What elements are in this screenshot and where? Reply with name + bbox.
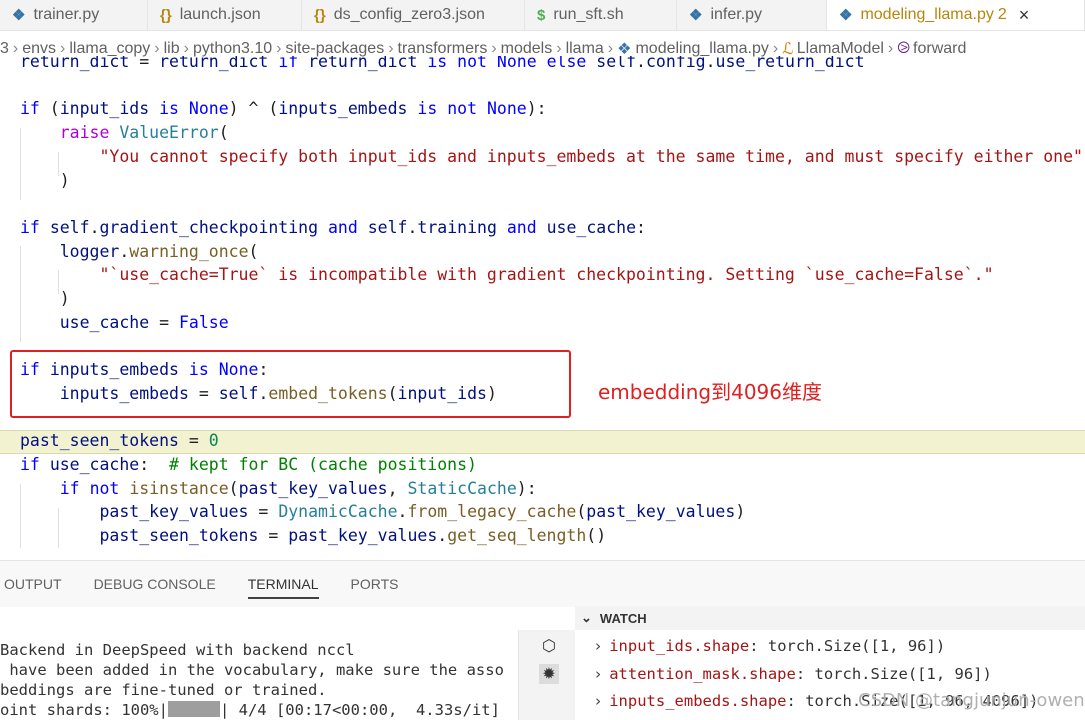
tab-ports[interactable]: PORTS	[351, 561, 399, 607]
annotation-text: embedding到4096维度	[598, 380, 823, 404]
code-line: raise ValueError(	[59, 123, 229, 143]
terminal-line: oint shards: 100%|	[0, 701, 168, 719]
python-icon: ❖	[839, 7, 853, 24]
code-line: if (input_ids is None) ^ (inputs_embeds …	[20, 99, 547, 119]
chevron-right-icon: ›	[595, 637, 602, 655]
code-line: return_dict = return_dict if return_dict…	[20, 56, 865, 71]
terminal-line: have been added in the vocabulary, make …	[0, 661, 504, 679]
chevron-down-icon: ⌄	[581, 610, 592, 625]
code-line: past_seen_tokens = 0	[20, 431, 219, 451]
tab-trainer-py[interactable]: ❖ trainer.py	[0, 0, 148, 30]
tab-launch-json[interactable]: {} launch.json	[148, 0, 302, 30]
editor-tab-bar: ❖ trainer.py {} launch.json {} ds_config…	[0, 0, 1085, 31]
watch-expression: input_ids.shape	[609, 637, 750, 655]
tab-terminal[interactable]: TERMINAL	[247, 561, 319, 607]
annotation-highlight-box	[10, 350, 571, 418]
terminal-line: beddings are fine-tuned or trained.	[0, 681, 327, 699]
tab-output[interactable]: OUTPUT	[4, 561, 62, 607]
terminal-progress-line: oint shards: 100%| | 4/4 [00:17<00:00, 4.…	[0, 700, 500, 720]
tab-label: ds_config_zero3.json	[333, 6, 485, 23]
panel-side-toolbar: ⬡ ✹	[518, 630, 576, 720]
panel-tab-bar: OUTPUT DEBUG CONSOLE TERMINAL PORTS	[0, 560, 1085, 607]
tab-label: infer.py	[710, 6, 763, 23]
code-line: past_key_values = DynamicCache.from_lega…	[99, 502, 746, 522]
watch-item[interactable]: › attention_mask.shape: torch.Size([1, 96…	[595, 662, 992, 686]
watch-title: WATCH	[599, 610, 647, 626]
problem-count-badge: 2	[997, 6, 1007, 23]
debug-icon[interactable]: ✹	[539, 664, 559, 684]
watch-header[interactable]: ⌄ WATCH	[575, 606, 1085, 630]
code-editor[interactable]: return_dict = return_dict if return_dict…	[0, 56, 1085, 548]
code-line: if not isinstance(past_key_values, Stati…	[59, 478, 537, 498]
tab-modeling-llama-py[interactable]: ❖ modeling_llama.py 2 ×	[827, 0, 1085, 30]
code-line: logger.warning_once(	[59, 241, 259, 261]
tab-label: launch.json	[179, 6, 261, 23]
tab-label: run_sft.sh	[553, 6, 624, 23]
code-line: )	[20, 170, 70, 190]
code-line: "`use_cache=True` is incompatible with g…	[99, 265, 994, 285]
code-line: if self.gradient_checkpointing and self.…	[20, 217, 646, 237]
tab-ds-config-zero3-json[interactable]: {} ds_config_zero3.json	[302, 0, 525, 30]
tab-run-sft-sh[interactable]: $ run_sft.sh	[525, 0, 677, 30]
tab-debug-console[interactable]: DEBUG CONSOLE	[94, 561, 216, 607]
tab-label: trainer.py	[33, 6, 100, 23]
cube-icon[interactable]: ⬡	[539, 636, 559, 656]
code-line: )	[20, 289, 70, 308]
code-line: "You cannot specify both input_ids and i…	[99, 146, 1083, 166]
watermark: CSDN @tangjunjun-owen	[858, 690, 1085, 711]
json-icon: {}	[314, 6, 326, 24]
code-line: if use_cache: # kept for BC (cache posit…	[20, 454, 477, 474]
tab-infer-py[interactable]: ❖ infer.py	[677, 0, 827, 30]
progress-text: | 4/4 [00:17<00:00, 4.33s/it]	[219, 701, 500, 719]
chevron-right-icon: ›	[595, 665, 602, 683]
progress-bar	[167, 701, 220, 717]
close-icon[interactable]: ×	[1019, 5, 1030, 26]
code-line: use_cache = False	[59, 312, 229, 332]
terminal[interactable]: Backend in DeepSpeed with backend nccl h…	[0, 607, 518, 720]
watch-value: torch.Size([1, 96])	[767, 637, 946, 655]
python-icon: ❖	[12, 7, 26, 24]
code-line: past_seen_tokens = past_key_values.get_s…	[99, 526, 607, 545]
tab-label: modeling_llama.py	[860, 6, 994, 23]
shell-icon: $	[537, 6, 546, 24]
json-icon: {}	[160, 6, 172, 24]
watch-expression: attention_mask.shape	[609, 665, 796, 683]
watch-item[interactable]: › input_ids.shape: torch.Size([1, 96])	[595, 634, 945, 658]
python-icon: ❖	[689, 7, 703, 24]
watch-expression: inputs_embeds.shape	[609, 692, 787, 710]
watch-value: torch.Size([1, 96])	[814, 665, 992, 683]
chevron-right-icon: ›	[595, 692, 602, 710]
terminal-line: Backend in DeepSpeed with backend nccl	[0, 641, 355, 659]
